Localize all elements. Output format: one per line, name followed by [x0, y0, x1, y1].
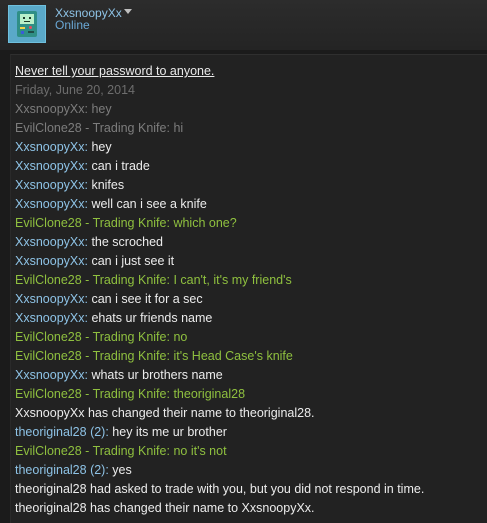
system-message: XxsnoopyXx has changed their name to the…	[15, 406, 315, 420]
chat-message: EvilClone28 - Trading Knife: I can't, it…	[15, 271, 480, 290]
chat-message: XxsnoopyXx: the scroched	[15, 233, 480, 252]
system-message: theoriginal28 had asked to trade with yo…	[15, 482, 425, 496]
message-text: hey	[91, 102, 112, 116]
sender-name[interactable]: XxsnoopyXx	[15, 140, 84, 154]
sender-name[interactable]: EvilClone28 - Trading Knife	[15, 330, 166, 344]
sender-name[interactable]: theoriginal28	[15, 463, 87, 477]
message-text: knifes	[91, 178, 125, 192]
message-text: hi	[173, 121, 184, 135]
message-text: ehats ur friends name	[91, 311, 213, 325]
chat-message: EvilClone28 - Trading Knife: it's Head C…	[15, 347, 480, 366]
message-text: no	[173, 330, 188, 344]
chat-message: theoriginal28 (2): yes	[15, 461, 480, 480]
sender-name[interactable]: XxsnoopyXx	[15, 197, 84, 211]
chat-message: XxsnoopyXx: well can i see a knife	[15, 195, 480, 214]
message-text: hey its me ur brother	[112, 425, 227, 439]
message-text: hey	[91, 140, 112, 154]
sender-name[interactable]: XxsnoopyXx	[15, 102, 84, 116]
sender-name[interactable]: EvilClone28 - Trading Knife	[15, 444, 166, 458]
sender-name[interactable]: theoriginal28	[15, 425, 87, 439]
chat-message: XxsnoopyXx: can i trade	[15, 157, 480, 176]
online-status: Online	[55, 18, 90, 32]
chat-message: XxsnoopyXx: knifes	[15, 176, 480, 195]
chevron-down-icon[interactable]	[124, 9, 132, 14]
message-text: it's Head Case's knife	[173, 349, 293, 363]
message-list: XxsnoopyXx: hey XxsnoopyXx: can i trade Xx…	[15, 138, 480, 518]
chat-message: XxsnoopyXx: can i see it for a sec	[15, 290, 480, 309]
sender-name[interactable]: EvilClone28 - Trading Knife	[15, 387, 166, 401]
message-text: can i just see it	[91, 254, 175, 268]
password-warning: Never tell your password to anyone.	[15, 64, 215, 78]
sender-name[interactable]: XxsnoopyXx	[15, 159, 84, 173]
date-header: Friday, June 20, 2014	[15, 83, 135, 97]
separator: (2):	[86, 463, 113, 477]
message-text: the scroched	[91, 235, 164, 249]
message-text: yes	[112, 463, 132, 477]
chat-message: EvilClone28 - Trading Knife: theoriginal…	[15, 385, 480, 404]
message-text: whats ur brothers name	[91, 368, 223, 382]
chat-message: XxsnoopyXx: ehats ur friends name	[15, 309, 480, 328]
history-message: EvilClone28 - Trading Knife: hi	[15, 119, 480, 138]
sender-name[interactable]: XxsnoopyXx	[15, 292, 84, 306]
sender-name[interactable]: EvilClone28 - Trading Knife	[15, 349, 166, 363]
chat-message: XxsnoopyXx: whats ur brothers name	[15, 366, 480, 385]
separator: (2):	[86, 425, 113, 439]
sender-name[interactable]: EvilClone28 - Trading Knife	[15, 121, 166, 135]
message-text: can i trade	[91, 159, 150, 173]
chat-header: XxsnoopyXx Online	[0, 0, 487, 50]
sender-name[interactable]: XxsnoopyXx	[15, 235, 84, 249]
sender-name[interactable]: XxsnoopyXx	[15, 178, 84, 192]
message-text: I can't, it's my friend's	[173, 273, 292, 287]
message-text: which one?	[173, 216, 237, 230]
message-text: theoriginal28	[173, 387, 246, 401]
message-text: well can i see a knife	[91, 197, 207, 211]
sender-name[interactable]: XxsnoopyXx	[15, 311, 84, 325]
avatar[interactable]	[8, 5, 46, 43]
sender-name[interactable]: EvilClone28 - Trading Knife	[15, 273, 166, 287]
chat-message: EvilClone28 - Trading Knife: no	[15, 328, 480, 347]
chat-message: XxsnoopyXx: hey	[15, 138, 480, 157]
message-text: can i see it for a sec	[91, 292, 203, 306]
message-text: no it's not	[173, 444, 227, 458]
chat-message: EvilClone28 - Trading Knife: which one?	[15, 214, 480, 233]
chat-message: EvilClone28 - Trading Knife: no it's not	[15, 442, 480, 461]
sender-name[interactable]: XxsnoopyXx	[15, 368, 84, 382]
system-message: theoriginal28 has changed their name to …	[15, 501, 315, 515]
chat-message: XxsnoopyXx: can i just see it	[15, 252, 480, 271]
sender-name[interactable]: XxsnoopyXx	[15, 254, 84, 268]
chat-message: theoriginal28 (2): hey its me ur brother	[15, 423, 480, 442]
sender-name[interactable]: EvilClone28 - Trading Knife	[15, 216, 166, 230]
history-message: XxsnoopyXx: hey	[15, 100, 480, 119]
avatar-bmo-icon	[9, 6, 45, 42]
chat-log: Never tell your password to anyone. Frid…	[15, 62, 480, 518]
